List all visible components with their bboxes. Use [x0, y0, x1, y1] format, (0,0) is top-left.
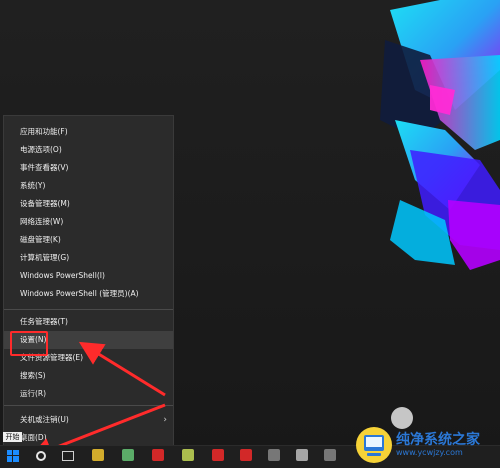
taskbar-app-icon[interactable]: [122, 449, 134, 461]
taskbar-app-icon[interactable]: [182, 449, 194, 461]
start-button[interactable]: [7, 450, 19, 462]
taskbar-app-icon[interactable]: [240, 449, 252, 461]
site-watermark: 纯净系统之家 www.ycwjzy.com: [354, 424, 500, 467]
watermark-subtitle: www.ycwjzy.com: [396, 448, 463, 457]
cortana-search-icon[interactable]: [36, 451, 46, 461]
taskbar-app-icon[interactable]: [296, 449, 308, 461]
windows-logo-icon: [7, 450, 19, 462]
taskbar-app-icon[interactable]: [268, 449, 280, 461]
watermark-title: 纯净系统之家: [396, 432, 480, 448]
task-view-icon[interactable]: [62, 451, 74, 461]
start-button-tooltip: 开始: [3, 432, 22, 442]
taskbar-app-icon[interactable]: [212, 449, 224, 461]
taskbar-app-icon[interactable]: [324, 449, 336, 461]
taskbar-app-icon[interactable]: [92, 449, 104, 461]
taskbar-app-icon[interactable]: [152, 449, 164, 461]
annotation-arrows: [28, 341, 166, 461]
watermark-logo-icon: [356, 427, 392, 463]
